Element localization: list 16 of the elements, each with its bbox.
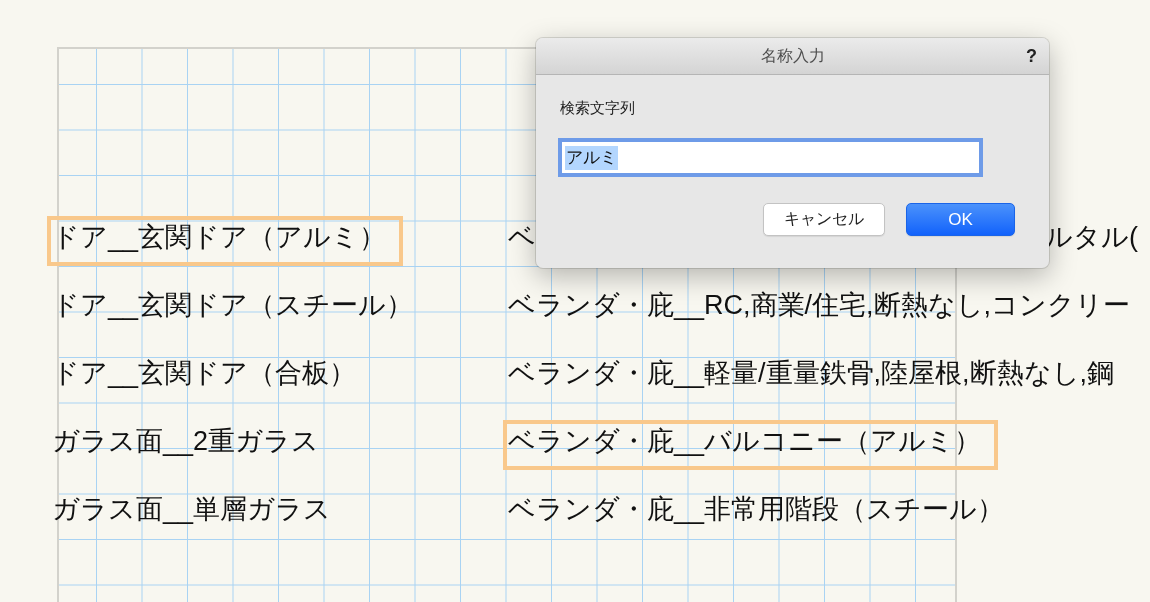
- cancel-button[interactable]: キャンセル: [763, 203, 885, 236]
- item-label: ガラス面__2重ガラス: [52, 425, 320, 457]
- item-label: ドア__玄関ドア（合板）: [52, 357, 357, 389]
- field-label: 検索文字列: [560, 98, 635, 118]
- item-label: ベランダ・庇__RC,商業/住宅,断熱なし,コンクリー: [508, 289, 1131, 321]
- item-label: ベランダ・庇__軽量/重量鉄骨,陸屋根,断熱なし,鋼: [508, 357, 1115, 389]
- item-label: ベランダ・庇__非常用階段（スチール）: [508, 493, 1005, 525]
- item-label: ドア__玄関ドア（アルミ）: [52, 221, 387, 253]
- dialog-title: 名称入力: [760, 45, 825, 66]
- item-label: ベランダ・庇__バルコニー（アルミ）: [508, 425, 982, 457]
- help-button[interactable]: ?: [1022, 45, 1041, 67]
- item-label-fragment: ベ: [508, 221, 536, 253]
- item-label: ドア__玄関ドア（スチール）: [52, 289, 414, 321]
- search-field[interactable]: アルミ: [558, 138, 983, 177]
- ok-button[interactable]: OK: [906, 203, 1015, 236]
- item-label: ガラス面__単層ガラス: [52, 493, 332, 525]
